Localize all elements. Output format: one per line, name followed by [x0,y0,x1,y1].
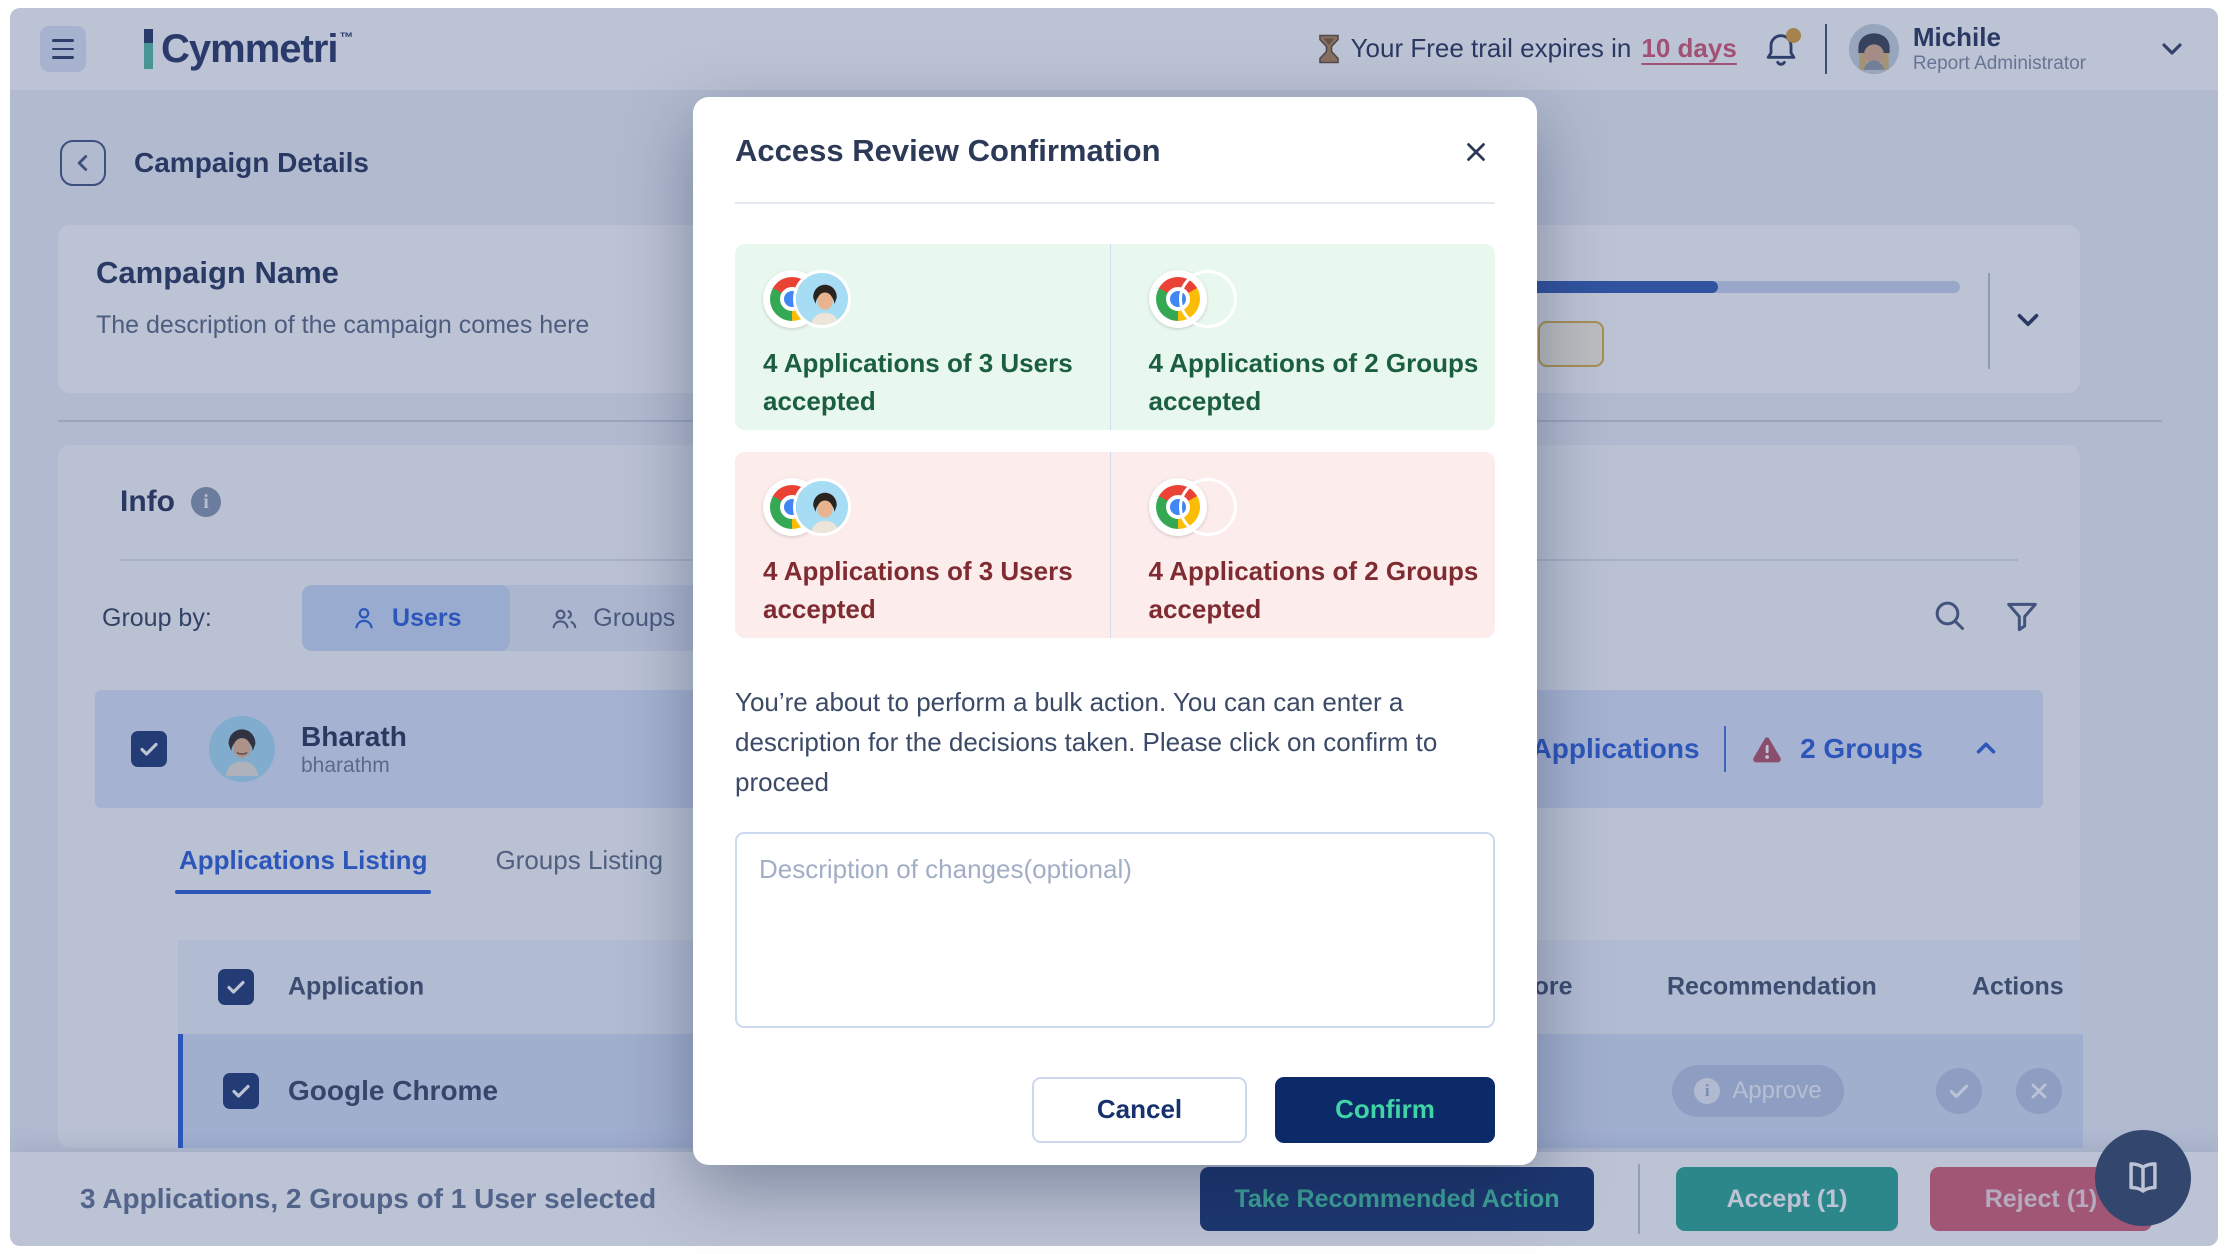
avatar-cluster [763,478,855,538]
modal-actions: Cancel Confirm [735,1077,1495,1143]
modal-title: Access Review Confirmation [735,133,1161,169]
accepted-groups-text: 4 Applications of 2 Groups accepted [1149,344,1479,420]
modal-close-button[interactable] [1457,133,1495,174]
rejected-users-text: 4 Applications of 3 Users accepted [763,552,1093,628]
close-icon [1461,137,1491,167]
group-avatar [1179,478,1237,536]
rejected-groups-summary: 4 Applications of 2 Groups accepted [1110,452,1496,638]
modal-divider [735,202,1495,204]
group-avatar [1179,270,1237,328]
modal-body-text: You’re about to perform a bulk action. Y… [735,682,1495,802]
user-avatar [793,270,851,328]
rejected-groups-text: 4 Applications of 2 Groups accepted [1149,552,1479,628]
avatar-cluster [1149,478,1241,538]
rejected-summary-card: 4 Applications of 3 Users accepted 4 App… [735,452,1495,638]
access-review-confirmation-modal: Access Review Confirmation 4 Application… [693,97,1537,1165]
accepted-groups-summary: 4 Applications of 2 Groups accepted [1110,244,1496,430]
cancel-button[interactable]: Cancel [1032,1077,1247,1143]
description-input[interactable] [735,832,1495,1028]
accepted-users-text: 4 Applications of 3 Users accepted [763,344,1093,420]
avatar-cluster [1149,270,1241,330]
screen: Cymmetri ™ Your Free trail expires in 10… [0,0,2228,1254]
avatar-cluster [763,270,855,330]
confirm-button[interactable]: Confirm [1275,1077,1495,1143]
rejected-users-summary: 4 Applications of 3 Users accepted [735,452,1110,638]
accepted-users-summary: 4 Applications of 3 Users accepted [735,244,1110,430]
accepted-summary-card: 4 Applications of 3 Users accepted 4 App… [735,244,1495,430]
user-avatar [793,478,851,536]
